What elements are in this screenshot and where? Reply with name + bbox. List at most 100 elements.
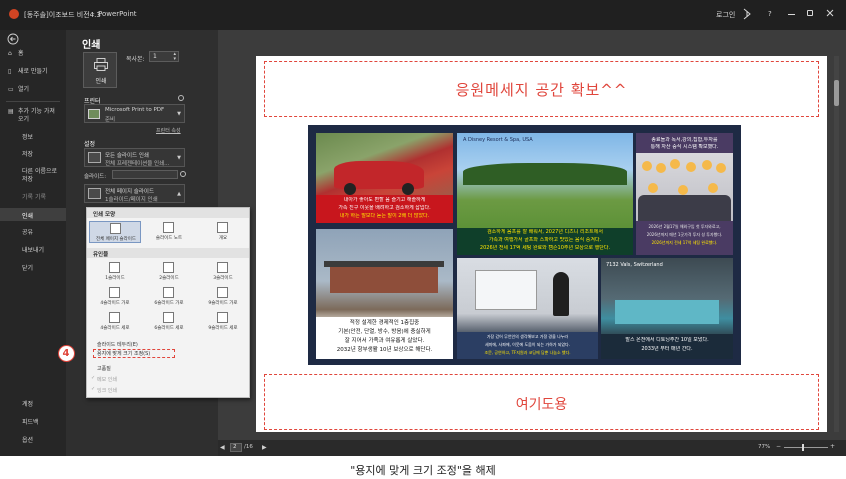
sidebar-item-print[interactable]: 인쇄 xyxy=(0,208,66,221)
sidebar-item-new[interactable]: ▯ 새로 만들기 xyxy=(8,68,48,76)
frame-slides-option[interactable]: 슬라이드 테두리(E) xyxy=(97,341,138,348)
slides-input[interactable] xyxy=(112,170,178,179)
page-current: 2 xyxy=(233,444,237,450)
handout-label: 9슬라이드 세로 xyxy=(208,326,238,331)
copies-input[interactable]: 1 ▴ ▾ xyxy=(149,51,179,62)
layout-outline-option[interactable]: 개요 xyxy=(197,221,249,243)
print-button[interactable]: 인쇄 xyxy=(83,52,117,88)
title-bar: [동주솔]이조보드 비전4.3 - PowerPoint 로그인 ? xyxy=(0,0,846,30)
printer-properties-link[interactable]: 프린터 속성 xyxy=(156,127,181,134)
handout-option[interactable]: 6슬라이드 가로 xyxy=(143,286,195,308)
layout-option-label: 슬라이드 노트 xyxy=(155,236,183,241)
panel-lecture-text: 조문, 공연하고, TF지원과 코딩에 담뿐 나눔소 했다. xyxy=(484,350,571,355)
layout-full-page-option[interactable]: 전체 페이지 슬라이드 xyxy=(89,221,141,243)
layout-dropdown[interactable]: 전체 페이지 슬라이드 1슬라이드/페이지 인쇄 ▲ xyxy=(84,184,185,203)
handout-option[interactable]: 3슬라이드 xyxy=(197,261,249,283)
car-wheel xyxy=(402,183,414,195)
print-range-desc: 전체 프레젠테이션을 인쇄... xyxy=(105,161,170,167)
copies-value: 1 xyxy=(153,53,157,60)
handout-option[interactable]: 6슬라이드 세로 xyxy=(143,311,195,333)
sidebar-item-export[interactable]: 내보내기 xyxy=(22,247,44,255)
handout-icon xyxy=(217,262,228,273)
zoom-out-icon[interactable]: − xyxy=(776,443,781,450)
zoom-slider[interactable] xyxy=(784,447,828,448)
previous-page-icon[interactable]: ◀ xyxy=(220,444,225,451)
sidebar-item-addins-line2[interactable]: 오기 xyxy=(18,116,29,124)
close-icon[interactable] xyxy=(826,9,834,17)
print-range-dropdown[interactable]: 모든 슬라이드 인쇄 전체 프레젠테이션을 인쇄... ▼ xyxy=(84,148,185,167)
high-quality-option[interactable]: 고품질 xyxy=(97,365,111,372)
printer-name: Microsoft Print to PDF xyxy=(105,107,165,113)
handout-option[interactable]: 9슬라이드 가로 xyxy=(197,286,249,308)
maximize-icon[interactable] xyxy=(807,10,813,16)
sidebar-item-account[interactable]: 계정 xyxy=(22,401,33,409)
face-icon xyxy=(716,163,726,173)
face-icon xyxy=(708,183,718,193)
zoom-level: 77% xyxy=(758,444,771,450)
sidebar-item-close[interactable]: 닫기 xyxy=(22,265,33,273)
panel-house: 적정 설계한 경제적인 1층집중 기본(안전, 단열, 방수, 방음)에 충실하… xyxy=(316,229,453,359)
panel-spa-text: 발스 온천에서 디토닝주간 10일 보냈다. xyxy=(625,337,709,343)
scrollbar-track[interactable] xyxy=(834,56,839,432)
print-ink-option[interactable]: 잉크 인쇄 xyxy=(97,387,117,394)
sidebar-item-history[interactable]: 기록 기록 xyxy=(22,194,46,202)
coauthor-icon[interactable] xyxy=(742,8,752,20)
sidebar-item-saveas[interactable]: 다른 이름으로 xyxy=(22,168,57,176)
handout-option[interactable]: 4슬라이드 세로 xyxy=(89,311,141,333)
print-comments-option[interactable]: 메모 인쇄 xyxy=(97,376,117,383)
next-page-icon[interactable]: ▶ xyxy=(262,444,267,451)
page-total: /16 xyxy=(244,444,253,450)
printer-dropdown[interactable]: Microsoft Print to PDF 준비 ▼ xyxy=(84,104,185,123)
sidebar-item-options[interactable]: 옵션 xyxy=(22,437,33,445)
printer-status: 준비 xyxy=(105,117,116,123)
sidebar-item-feedback[interactable]: 피드백 xyxy=(22,419,39,427)
handout-option[interactable]: 4슬라이드 가로 xyxy=(89,286,141,308)
handout-label: 4슬라이드 세로 xyxy=(100,326,130,331)
fit-to-paper-option[interactable]: 용지에 맞게 크기 조정(S) xyxy=(93,349,175,358)
face-icon xyxy=(656,163,666,173)
spinner-icon[interactable]: ▴ ▾ xyxy=(173,52,176,62)
presentation-screen xyxy=(475,270,537,310)
sidebar-item-label: 닫기 xyxy=(22,265,34,272)
bottom-message-box: 여기도용 xyxy=(264,374,819,430)
sidebar-item-saveas-line2[interactable]: 저장 xyxy=(22,176,33,184)
sidebar-item-label: 내보내기 xyxy=(22,247,45,254)
fit-to-paper-label: 용지에 맞게 크기 조정(S) xyxy=(97,351,151,357)
sidebar-item-addins[interactable]: ▤ 추가 기능 가져 xyxy=(8,108,55,116)
people-bodies xyxy=(638,195,731,221)
sidebar-item-info[interactable]: 정보 xyxy=(22,134,33,142)
sidebar-item-share[interactable]: 공유 xyxy=(22,229,33,237)
document-title: [동주솔]이조보드 비전4.3 xyxy=(24,11,101,19)
sidebar-item-open[interactable]: ▭ 열기 xyxy=(8,86,29,94)
face-icon xyxy=(642,161,652,171)
sidebar-item-label: 정보 xyxy=(22,134,34,141)
sidebar-item-label: 인쇄 xyxy=(22,213,34,220)
bottom-message-text: 여기도용 xyxy=(515,397,568,413)
sidebar-item-home[interactable]: ⌂ 홈 xyxy=(8,50,24,58)
handout-icon xyxy=(163,262,174,273)
help-button[interactable]: ? xyxy=(768,10,772,18)
zoom-in-icon[interactable]: + xyxy=(830,443,835,450)
backstage-sidebar: ⌂ 홈 ▯ 새로 만들기 ▭ 열기 ▤ 추가 기능 가져 오기 정보 저장 다른 이름으… xyxy=(0,30,66,456)
top-message-box: 응원메세지 공간 확보^^ xyxy=(264,61,819,117)
info-icon[interactable] xyxy=(180,171,186,177)
layout-option-label: 전체 페이지 슬라이드 xyxy=(95,237,137,242)
layout-notes-option[interactable]: 슬라이드 노트 xyxy=(143,221,195,243)
login-link[interactable]: 로그인 xyxy=(716,10,735,20)
sidebar-item-save[interactable]: 저장 xyxy=(22,151,33,159)
handout-option[interactable]: 1슬라이드 xyxy=(89,261,141,283)
step-number-badge: 4 xyxy=(58,345,75,362)
panel-resort-text: 2026년 전세 17억 세팅 완료와 캠슨10주년 보상으로 행단다. xyxy=(479,245,611,251)
sidebar-item-label: 기록 기록 xyxy=(22,194,46,201)
page-number-input[interactable]: 2 xyxy=(230,443,242,452)
back-arrow-icon[interactable] xyxy=(7,33,19,45)
minimize-icon[interactable] xyxy=(788,14,795,15)
handout-icon xyxy=(217,312,228,323)
panel-group-text: 2026년까지 전세 17억 세팅 완료했다. xyxy=(651,240,718,245)
handout-option[interactable]: 2슬라이드 xyxy=(143,261,195,283)
sidebar-item-label: 홈 xyxy=(18,50,24,57)
info-icon[interactable] xyxy=(178,95,184,101)
zoom-slider-thumb[interactable] xyxy=(802,444,804,451)
handout-option[interactable]: 9슬라이드 세로 xyxy=(197,311,249,333)
scrollbar-thumb[interactable] xyxy=(834,80,839,106)
